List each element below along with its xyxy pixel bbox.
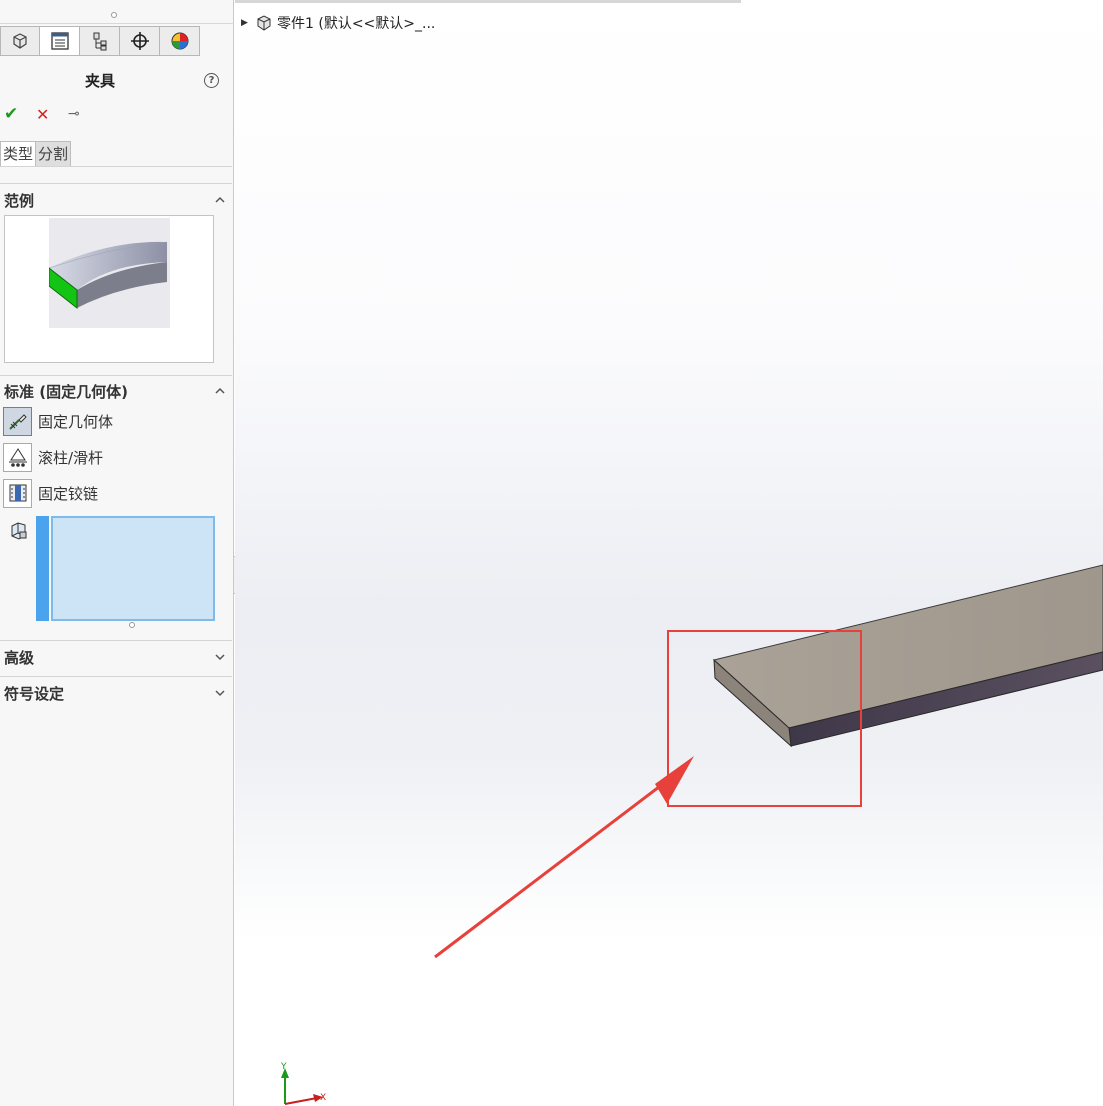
- feature-manager-icon: [13, 33, 27, 49]
- tab-display-manager[interactable]: [160, 26, 200, 56]
- option-roller-slider[interactable]: 滚柱/滑杆: [3, 442, 103, 472]
- option-fixed-hinge[interactable]: 固定铰链: [3, 478, 98, 508]
- option-label: 固定铰链: [38, 484, 99, 503]
- help-icon[interactable]: ?: [204, 73, 219, 88]
- option-fixed-geometry[interactable]: 固定几何体: [3, 406, 113, 436]
- triad-x-label: X: [320, 1093, 326, 1103]
- annotation-arrow-head: [655, 756, 694, 804]
- option-label: 滚柱/滑杆: [38, 448, 104, 467]
- triad-y-label: Y: [280, 1062, 287, 1072]
- chevron-down-icon[interactable]: [214, 651, 226, 663]
- view-triad: Y X: [280, 1062, 326, 1105]
- selection-box-resize-grip[interactable]: [129, 622, 135, 628]
- example-preview: [4, 215, 214, 363]
- section-advanced-header[interactable]: 高级: [4, 647, 34, 668]
- pin-button[interactable]: ⊸: [68, 106, 86, 122]
- example-thumbnail: [48, 218, 170, 328]
- fixed-face-example-icon: [48, 241, 168, 310]
- grip-dot-icon: [111, 12, 117, 18]
- ok-button[interactable]: ✔: [4, 104, 22, 124]
- section-standard-header[interactable]: 标准 (固定几何体): [4, 381, 128, 402]
- faces-edges-vertices-selection-box[interactable]: [51, 516, 215, 621]
- tab-feature-manager[interactable]: [0, 26, 40, 56]
- manager-tab-bar: [0, 26, 200, 56]
- cancel-button[interactable]: ✕: [36, 105, 54, 124]
- property-manager-panel: 夹具 ? ✔ ✕ ⊸ 类型 分割 范例 标准 (固定几何体) 固定几何体 滚柱/…: [0, 0, 234, 1106]
- fixed-hinge-icon: [3, 478, 32, 508]
- model-scene: Y X: [280, 564, 1103, 1105]
- panel-resize-grip[interactable]: [0, 0, 234, 24]
- face-selection-icon: [11, 522, 27, 540]
- action-buttons: ✔ ✕ ⊸: [4, 104, 86, 124]
- dimxpert-icon: [130, 32, 149, 50]
- tab-split[interactable]: 分割: [36, 141, 72, 167]
- display-manager-icon: [171, 32, 188, 50]
- divider: [0, 166, 232, 167]
- property-manager-icon: [50, 32, 69, 50]
- tab-configuration-manager[interactable]: [80, 26, 120, 56]
- chevron-down-icon[interactable]: [214, 687, 226, 699]
- tab-property-manager[interactable]: [40, 26, 80, 56]
- chevron-up-icon[interactable]: [214, 385, 226, 397]
- section-symbol-settings-header[interactable]: 符号设定: [4, 683, 64, 704]
- page-title: 夹具: [84, 72, 115, 90]
- roller-slider-icon: [3, 442, 32, 472]
- chevron-up-icon[interactable]: [214, 194, 226, 206]
- graphics-area[interactable]: ▶ 零件1 (默认<<默认>_... Y X: [235, 0, 1103, 1106]
- fixed-geometry-icon: [3, 406, 32, 436]
- divider: [0, 375, 232, 376]
- option-label: 固定几何体: [38, 412, 114, 431]
- tab-type[interactable]: 类型: [0, 141, 37, 167]
- annotation-arrow-shaft: [434, 769, 681, 959]
- selection-list-indicator: [36, 516, 49, 621]
- configuration-manager-icon: [93, 32, 106, 51]
- tab-dimxpert-manager[interactable]: [120, 26, 160, 56]
- divider: [0, 676, 232, 677]
- property-tabs: 类型 分割: [0, 141, 72, 167]
- divider: [0, 640, 232, 641]
- divider: [0, 183, 232, 184]
- section-example-header[interactable]: 范例: [4, 190, 34, 211]
